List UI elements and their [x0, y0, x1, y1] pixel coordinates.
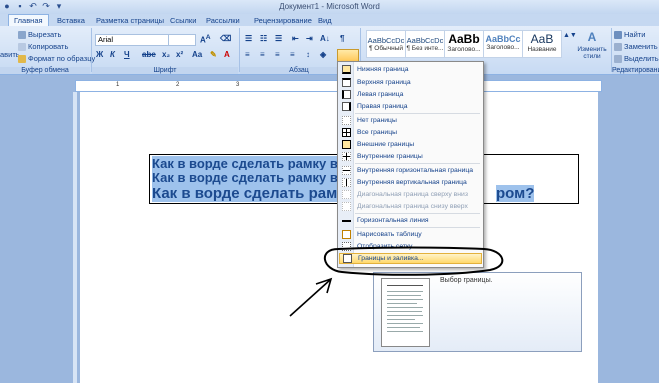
annotation-ellipse	[324, 246, 504, 276]
annotation-arrow	[289, 279, 331, 317]
annotation-overlay	[289, 246, 504, 317]
